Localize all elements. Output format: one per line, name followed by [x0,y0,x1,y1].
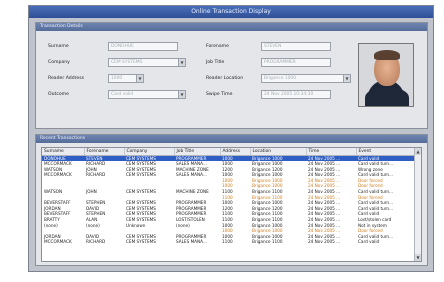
outcome-value: Card valid [111,92,134,97]
column-header[interactable]: Company [124,148,175,156]
reader-address-value: 1000 [111,76,123,81]
company-dropdown[interactable]: CEM SYSTEMS ▼ [108,58,186,67]
column-header[interactable]: Event [356,148,416,156]
reader-location-dropdown[interactable]: Brigance 1000 ▼ [261,74,351,83]
table-cell: 24 Nov 2005 ... [308,239,341,245]
reader-address-label: Reader Address [48,76,85,81]
outcome-label: Outcome [48,92,69,97]
recent-transactions-panel: Recent Transactions Surname Forename Compa… [35,134,428,266]
forename-label: Forename [206,44,229,49]
swipe-time-label: Swipe Time [206,92,233,97]
transactions-table: Surname Forename Company Job Title Address Lo… [42,148,416,245]
photo-hair [374,50,400,60]
outcome-dropdown[interactable]: Card valid ▼ [108,90,186,99]
surname-label: Surname [48,44,69,49]
company-value: CEM SYSTEMS [111,60,143,65]
table-cell: 1100 [222,239,233,245]
column-header[interactable]: Location [250,148,307,156]
table-row[interactable]: MCCORMACK RICHARD CEM SYSTEMS SALES MANA...… [42,239,415,245]
transactions-heading: Recent Transactions [36,135,427,143]
forename-field[interactable]: STEVEN [261,42,331,51]
transactions-header-row: Surname Forename Company Job Title Address Lo… [42,148,416,156]
details-heading: Transaction Details [36,23,427,31]
reader-address-dropdown[interactable]: 1000 ▼ [108,74,144,83]
reader-location-label: Reader Location [206,76,244,81]
column-header[interactable]: Job Title [174,148,221,156]
transactions-body: DONOHUE STEVEN CEM SYSTEMS PROGRAMMER 1000 Br… [42,155,415,245]
transaction-details-panel: Transaction Details Surname DONOHUE Fore… [35,22,428,129]
chevron-down-icon[interactable]: ▼ [178,91,185,98]
reader-location-value: Brigance 1000 [264,76,296,81]
transaction-window: Online Transaction Display Transaction D… [28,5,434,272]
cardholder-photo [358,43,414,107]
job-title-label: Job Title [206,60,225,65]
table-cell: SALES MANA... [176,239,207,245]
company-label: Company [48,60,70,65]
swipe-time-field[interactable]: 24 Nov 2005 10:34:30 [261,90,331,99]
column-header[interactable]: Address [220,148,251,156]
window-title: Online Transaction Display [29,6,433,18]
transactions-grid: Surname Forename Company Job Title Address Lo… [41,147,422,262]
arrow-up-icon[interactable]: ▲ [415,148,421,155]
chevron-down-icon[interactable]: ▼ [136,75,143,82]
surname-field[interactable]: DONOHUE [108,42,178,51]
column-header[interactable]: Time [306,148,357,156]
table-row[interactable]: MCCORMACK RICHARD CEM SYSTEMS SALES MANA...… [42,161,415,167]
job-title-field[interactable]: PROGRAMMER [261,58,331,67]
column-header[interactable]: Forename [84,148,125,156]
table-cell: MCCORMACK [44,239,72,245]
column-header[interactable]: Surname [42,148,85,156]
table-cell: RICHARD [86,239,106,245]
arrow-down-icon[interactable]: ▼ [415,254,421,261]
chevron-down-icon[interactable]: ▼ [343,75,350,82]
table-cell: CEM SYSTEMS [126,239,156,245]
vertical-scrollbar[interactable]: ▲ ▼ [414,148,421,261]
photo-shirt [365,88,409,106]
chevron-down-icon[interactable]: ▼ [178,59,185,66]
table-cell: Card valid [358,239,380,245]
table-cell: Brigance 1100 [252,239,283,245]
